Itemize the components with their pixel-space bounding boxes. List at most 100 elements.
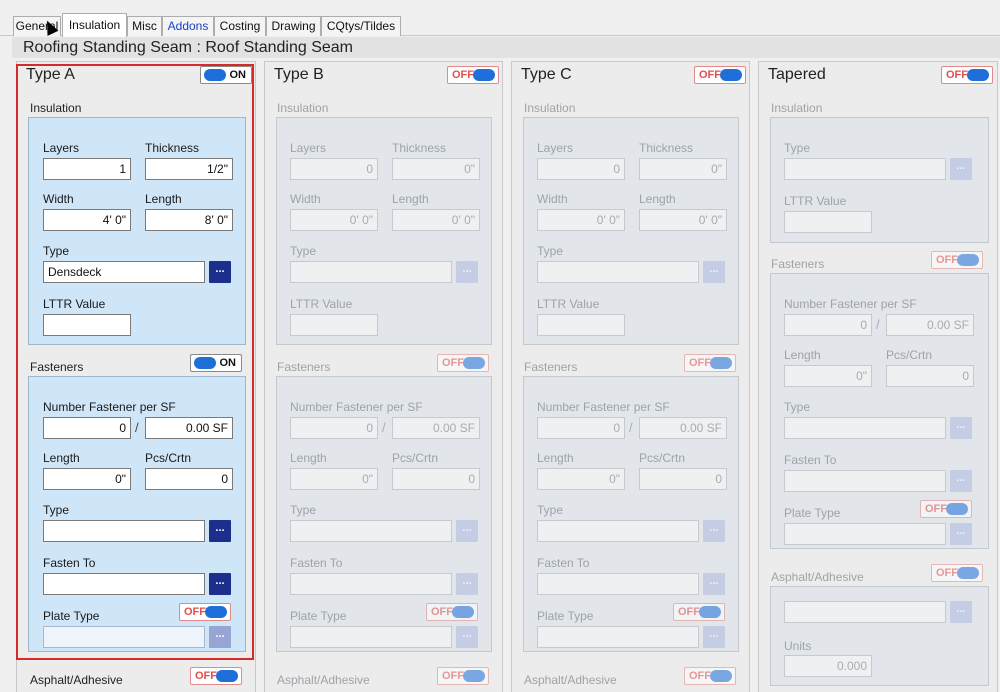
plate-type-browse-button: ... — [703, 626, 725, 648]
fastener-type-input — [537, 520, 699, 542]
units-input: 0.000 — [784, 655, 872, 677]
plate-type-label: Plate Type — [537, 609, 594, 623]
fasten-to-input[interactable] — [43, 573, 205, 595]
toggle-text: OFF — [689, 670, 711, 682]
tab-costing[interactable]: Costing — [214, 16, 266, 36]
plate-type-toggle[interactable]: OFF — [179, 603, 231, 621]
type-browse-button[interactable]: ... — [209, 261, 231, 283]
fasteners-toggle: OFF — [437, 354, 489, 372]
slash-separator: / — [629, 420, 633, 435]
toggle-text: OFF — [936, 567, 958, 579]
pcs-crtn-input[interactable]: 0 — [145, 468, 233, 490]
type-b-title: Type B — [274, 66, 324, 83]
toggle-knob — [216, 670, 238, 682]
fasteners-box: Number Fastener per SF 0 / 0.00 SF Lengt… — [770, 273, 989, 549]
width-label: Width — [43, 192, 74, 206]
type-c-toggle[interactable]: OFF — [694, 66, 746, 84]
thickness-input: 0" — [392, 158, 480, 180]
pcs-crtn-input: 0 — [392, 468, 480, 490]
number-fastener-input[interactable]: 0 — [43, 417, 131, 439]
tab-insulation[interactable]: Insulation — [62, 13, 127, 37]
length-input: 0' 0" — [392, 209, 480, 231]
asphalt-toggle[interactable]: OFF — [190, 667, 242, 685]
fastener-type-browse-button: ... — [456, 520, 478, 542]
type-c-panel: Type C OFF Insulation Layers Thickness 0… — [511, 61, 750, 692]
type-a-toggle[interactable]: ON — [200, 66, 252, 84]
lttr-input — [290, 314, 378, 336]
fasteners-section-label: Fasteners — [524, 360, 578, 374]
tapered-header: Tapered OFF — [759, 62, 997, 90]
fastener-length-label: Length — [784, 348, 821, 362]
type-a-header: Type A ON — [17, 62, 255, 90]
toggle-knob — [710, 670, 732, 682]
fasten-to-label: Fasten To — [43, 556, 96, 570]
fastener-type-browse-button[interactable]: ... — [209, 520, 231, 542]
tapered-toggle[interactable]: OFF — [941, 66, 993, 84]
fastener-length-input[interactable]: 0" — [43, 468, 131, 490]
fastener-type-label: Type — [784, 400, 811, 414]
type-label: Type — [784, 141, 811, 155]
lttr-input — [537, 314, 625, 336]
per-sf-input: 0.00 SF — [639, 417, 727, 439]
per-sf-input: 0.00 SF — [886, 314, 974, 336]
toggle-text: OFF — [925, 503, 947, 515]
toggle-knob — [710, 357, 732, 369]
tab-cqtys-tildes[interactable]: CQtys/Tildes — [321, 16, 401, 36]
number-fastener-label: Number Fastener per SF — [537, 400, 670, 414]
plate-type-label: Plate Type — [784, 506, 841, 520]
plate-type-browse-button[interactable]: ... — [209, 626, 231, 648]
type-a-title: Type A — [26, 66, 75, 83]
plate-type-browse-button: ... — [950, 523, 972, 545]
toggle-knob — [720, 69, 742, 81]
tapered-title: Tapered — [768, 66, 826, 83]
pcs-crtn-label: Pcs/Crtn — [639, 451, 686, 465]
toggle-knob — [957, 567, 979, 579]
per-sf-input: 0.00 SF — [392, 417, 480, 439]
fastener-type-input[interactable] — [43, 520, 205, 542]
lttr-input[interactable] — [43, 314, 131, 336]
plate-type-input[interactable] — [43, 626, 205, 648]
type-browse-button: ... — [950, 158, 972, 180]
layers-label: Layers — [43, 141, 80, 155]
type-c-header: Type C OFF — [512, 62, 749, 90]
fastener-type-input — [784, 417, 946, 439]
thickness-label: Thickness — [392, 141, 447, 155]
asphalt-toggle: OFF — [931, 564, 983, 582]
thickness-input: 0" — [639, 158, 727, 180]
tab-misc[interactable]: Misc — [127, 16, 162, 36]
tab-addons[interactable]: Addons — [162, 16, 214, 36]
type-b-toggle[interactable]: OFF — [447, 66, 499, 84]
toggle-knob — [463, 670, 485, 682]
fasten-to-label: Fasten To — [784, 453, 837, 467]
fasten-to-browse-button[interactable]: ... — [209, 573, 231, 595]
plate-type-input — [537, 626, 699, 648]
length-input[interactable]: 8' 0" — [145, 209, 233, 231]
plate-type-toggle: OFF — [673, 603, 725, 621]
fastener-length-input: 0" — [290, 468, 378, 490]
layers-input[interactable]: 1 — [43, 158, 131, 180]
plate-type-browse-button: ... — [456, 626, 478, 648]
number-fastener-input: 0 — [537, 417, 625, 439]
width-label: Width — [290, 192, 321, 206]
insulation-section-label: Insulation — [277, 101, 329, 115]
type-label: Type — [43, 244, 70, 258]
width-input[interactable]: 4' 0" — [43, 209, 131, 231]
fastener-type-label: Type — [537, 503, 564, 517]
lttr-label: LTTR Value — [290, 297, 353, 311]
plate-type-input — [784, 523, 946, 545]
fasten-to-input — [290, 573, 452, 595]
per-sf-input[interactable]: 0.00 SF — [145, 417, 233, 439]
layers-input: 0 — [537, 158, 625, 180]
fasteners-toggle: OFF — [931, 251, 983, 269]
asphalt-section-label: Asphalt/Adhesive — [524, 673, 617, 687]
fasteners-section-label: Fasteners — [771, 257, 825, 271]
fasteners-toggle[interactable]: ON — [190, 354, 242, 372]
tab-drawing[interactable]: Drawing — [266, 16, 321, 36]
type-browse-button: ... — [703, 261, 725, 283]
toggle-text: ON — [229, 69, 247, 81]
thickness-input[interactable]: 1/2" — [145, 158, 233, 180]
lttr-input — [784, 211, 872, 233]
fastener-type-label: Type — [43, 503, 70, 517]
type-input[interactable]: Densdeck — [43, 261, 205, 283]
insulation-section-label: Insulation — [771, 101, 823, 115]
